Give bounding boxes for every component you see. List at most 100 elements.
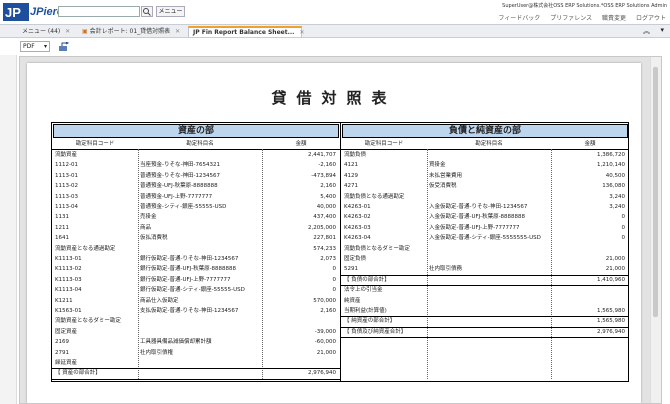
column-header-name: 勘定科目名	[138, 139, 262, 150]
table-row: K1563-01 支払仮勘定-普通-りそな-神田-1234567 2,160	[52, 306, 340, 316]
cell-amount: 1,210,140	[597, 162, 625, 169]
assets-section: 資産の部 勘定科目コード 勘定科目名 金額 流動資産 2,441,707 1112-…	[52, 123, 341, 381]
preferences-link[interactable]: プリファレンス	[550, 15, 592, 22]
cell-name: 商品	[140, 224, 152, 231]
cell-code: 【 純資産の部合計】	[344, 318, 396, 325]
table-row: K4263-03 入金仮勘定-普通-UFJ-上野-7777777 0	[341, 223, 629, 233]
table-row: 【 負債及び純資産合計】 2,976,940	[341, 327, 629, 337]
change-role-link[interactable]: 職責変更	[602, 15, 626, 22]
cell-name: 商品仕入仮勘定	[140, 297, 179, 304]
report-icon: ▣	[82, 28, 88, 35]
table-row: 固定負債 21,000	[341, 254, 629, 264]
assets-header: 資産の部	[53, 124, 339, 138]
cell-amount: 0	[621, 224, 626, 231]
table-row: 【 負債の部合計】 1,410,960	[341, 275, 629, 285]
report-title: 貸借対照表	[271, 89, 397, 107]
cell-amount: 2,073	[320, 256, 336, 262]
cell-amount: 0	[332, 287, 337, 294]
cell-amount: 0	[332, 276, 337, 283]
header-links: フィードバック プリファレンス 職責変更 ログアウト	[490, 13, 666, 22]
table-row: 固定資産 -39,000	[52, 327, 340, 337]
table-row: 1113-03 普通預金-UFJ-上野-7777777 5,400	[52, 192, 340, 202]
feedback-link[interactable]: フィードバック	[498, 15, 540, 22]
cell-code: 法令上の引当金	[344, 287, 383, 294]
column-header-name: 勘定科目名	[427, 139, 551, 150]
search-button[interactable]	[141, 6, 153, 17]
top-bar: JP JPiere メニュー SuperUser@株式会社OSS ERP Sol…	[0, 0, 670, 24]
table-row: K1113-01 銀行仮勘定-普通-りそな-神田-1234567 2,073	[52, 254, 340, 264]
jpiere-logo-icon: JP	[3, 3, 29, 21]
balance-sheet-table: 資産の部 勘定科目コード 勘定科目名 金額 流動資産 2,441,707 1112-…	[51, 122, 629, 382]
cell-amount: 5,400	[320, 193, 336, 200]
cell-code: 1113-04	[55, 204, 78, 210]
cell-code: 2169	[55, 339, 69, 346]
logout-link[interactable]: ログアウト	[636, 15, 666, 22]
export-icon[interactable]	[58, 42, 70, 52]
menu-search-input[interactable]	[58, 6, 140, 17]
chevron-down-icon[interactable]: ▾	[660, 26, 664, 34]
table-row: 1112-01 当座預金-りそな-神田-7654321 -2,160	[52, 160, 340, 170]
table-row: 1113-04 普通預金-シティ-銀座-55555-USD 40,000	[52, 202, 340, 212]
scrollbar-thumb[interactable]	[653, 67, 658, 317]
cell-code: 流動負債	[344, 152, 367, 158]
table-row: 法令上の引当金	[341, 285, 629, 295]
cell-name: 入金仮勘定-普通-りそな-神田-1234567	[429, 204, 528, 210]
cell-amount: -39,000	[314, 328, 336, 335]
cell-name: 買掛金	[429, 162, 446, 169]
row-divider	[341, 274, 629, 276]
cell-code: 固定負債	[344, 256, 367, 262]
row-divider	[52, 368, 340, 370]
cell-amount: 2,205,000	[308, 224, 336, 231]
chevron-up-icon[interactable]: ︽	[643, 26, 650, 36]
cell-amount: 3,240	[609, 193, 625, 200]
format-select[interactable]: PDF ▾	[20, 41, 50, 52]
table-row: 1113-02 普通預金-UFJ-秋葉原-8888888 2,160	[52, 181, 340, 191]
row-divider	[341, 285, 629, 287]
menu-button[interactable]: メニュー	[156, 6, 185, 17]
report-toolbar: PDF ▾	[0, 38, 670, 55]
table-row: K1113-04 銀行仮勘定-普通-シティ-銀座-55555-USD 0	[52, 285, 340, 295]
cell-amount: -473,894	[311, 172, 336, 179]
cell-amount: -2,160	[318, 162, 336, 169]
cell-amount: 1,386,720	[597, 152, 625, 158]
cell-name: 普通預金-UFJ-上野-7777777	[140, 193, 213, 200]
cell-amount: 3,240	[609, 204, 625, 210]
cell-code: K4263-04	[344, 235, 371, 242]
tab-financial-report[interactable]: ▣ 会計レポート: 01_貸借対照表 ✕	[78, 26, 184, 37]
tab-menu[interactable]: メニュー (44) ✕	[18, 26, 74, 37]
vertical-scrollbar[interactable]	[650, 57, 661, 403]
cell-code: 流動負債となるダミー勘定	[344, 245, 410, 252]
cell-name: 社内取引債務	[429, 266, 463, 273]
close-icon[interactable]: ✕	[300, 29, 305, 36]
cell-code: K1113-01	[55, 256, 82, 262]
liabilities-section: 負債と純資産の部 勘定科目コード 勘定科目名 金額 流動負債 1,386,720 4…	[341, 123, 629, 381]
cell-code: 当期利益(計算値)	[344, 308, 387, 314]
liabilities-header: 負債と純資産の部	[342, 124, 628, 138]
table-row: 1131 売掛金 437,400	[52, 212, 340, 222]
cell-code: 固定資産	[55, 328, 78, 335]
table-row: 5291 社内取引債務 21,000	[341, 264, 629, 274]
cell-amount: 2,160	[320, 308, 336, 314]
table-row: 4271 仮受消費税 136,080	[341, 181, 629, 191]
tab-financial-report-label: 会計レポート: 01_貸借対照表	[89, 28, 171, 35]
tab-balance-sheet[interactable]: JP Fin Report Balance Sheet... ✕	[188, 26, 305, 37]
column-header-code: 勘定科目コード	[341, 139, 427, 150]
cell-code: 繰延資産	[55, 360, 78, 366]
cell-amount: 2,976,940	[308, 370, 336, 377]
pdf-viewer[interactable]: 貸借対照表 資産の部 勘定科目コード 勘定科目名 金額 流動資産 2,441,70…	[19, 56, 662, 404]
table-row: 【 資産の部合計】 2,976,940	[52, 368, 340, 378]
cell-amount: 21,000	[316, 349, 336, 356]
close-icon[interactable]: ✕	[65, 28, 70, 35]
cell-amount: 21,000	[605, 266, 625, 273]
table-row: K4263-01 入金仮勘定-普通-りそな-神田-1234567 3,240	[341, 202, 629, 212]
cell-code: 1113-01	[55, 172, 78, 179]
cell-name: 未払営業費用	[429, 172, 463, 179]
cell-amount: 570,000	[313, 297, 336, 304]
cell-code: K4263-03	[344, 224, 371, 231]
cell-amount: 40,000	[316, 204, 336, 210]
cell-code: K4263-02	[344, 214, 371, 221]
table-row: K4263-02 入金仮勘定-普通-UFJ-秋葉原-8888888 0	[341, 212, 629, 222]
close-icon[interactable]: ✕	[175, 28, 180, 35]
cell-code: 2791	[55, 349, 69, 356]
cell-name: 仮受消費税	[429, 183, 457, 190]
